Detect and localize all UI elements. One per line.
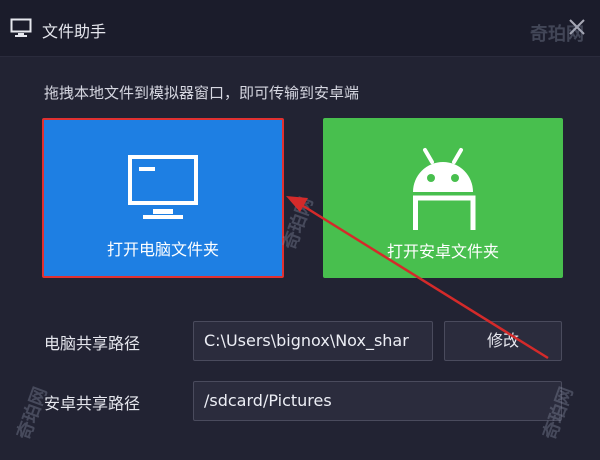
android-icon <box>413 148 476 230</box>
monitor-icon <box>128 155 198 219</box>
drag-hint-text: 拖拽本地文件到模拟器窗口，即可传输到安卓端 <box>44 84 360 102</box>
open-android-folder-button[interactable]: 打开安卓文件夹 <box>323 118 563 278</box>
file-assistant-window: 文件助手 拖拽本地文件到模拟器窗口，即可传输到安卓端 打开电脑文件夹 打开安卓文… <box>0 0 600 460</box>
android-share-path-label: 安卓共享路径 <box>44 394 141 413</box>
monitor-title-icon <box>10 18 32 37</box>
open-android-folder-label: 打开安卓文件夹 <box>386 242 499 261</box>
pc-share-path-field[interactable]: C:\Users\bignox\Nox_shar <box>193 321 433 361</box>
pc-share-path-label: 电脑共享路径 <box>44 334 141 353</box>
title-bar: 文件助手 <box>0 0 600 57</box>
open-pc-folder-label: 打开电脑文件夹 <box>106 240 219 259</box>
window-title: 文件助手 <box>42 22 107 41</box>
android-share-path-field[interactable]: /sdcard/Pictures <box>193 381 562 421</box>
modify-button[interactable]: 修改 <box>444 321 562 361</box>
watermark-text: 奇珀网 <box>530 24 584 45</box>
open-pc-folder-button[interactable]: 打开电脑文件夹 <box>42 118 284 278</box>
